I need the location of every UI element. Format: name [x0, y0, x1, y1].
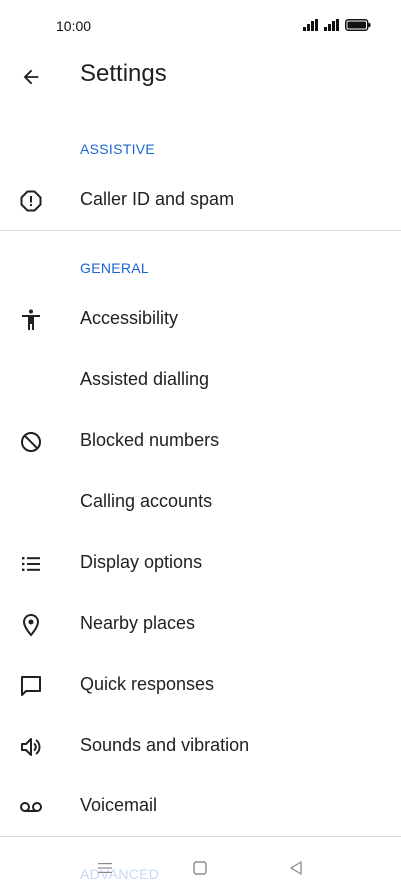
settings-item-label: Nearby places — [80, 613, 196, 633]
settings-item-blocked-numbers[interactable]: Blocked numbers — [0, 413, 401, 469]
menu-button[interactable] — [93, 856, 117, 880]
settings-item-sounds-and-vibration[interactable]: Sounds and vibration — [0, 718, 401, 774]
status-time: 10:00 — [56, 18, 92, 34]
status-bar: 10:00 — [0, 0, 401, 52]
block-icon — [18, 429, 44, 455]
settings-item-nearby-places[interactable]: Nearby places — [0, 596, 401, 652]
app-bar: Settings — [0, 52, 401, 100]
status-icons — [303, 19, 371, 31]
settings-item-quick-responses[interactable]: Quick responses — [0, 657, 401, 713]
voicemail-icon — [18, 794, 44, 820]
settings-item-label: Voicemail — [80, 795, 158, 815]
signal-icon — [303, 19, 318, 31]
signal-icon — [324, 19, 339, 31]
section-header-advanced: ADVANCED — [80, 866, 160, 882]
volume-icon — [18, 734, 44, 760]
section-header-assistive: ASSISTIVE — [80, 141, 156, 157]
menu-icon — [98, 863, 112, 873]
settings-item-display-options[interactable]: Display options — [0, 535, 401, 591]
navigation-bar: ADVANCED — [0, 846, 401, 892]
back-button[interactable] — [16, 62, 46, 92]
settings-item-label: Blocked numbers — [80, 430, 220, 450]
settings-item-label: Accessibility — [80, 308, 179, 328]
alert-circle-icon — [18, 188, 44, 214]
settings-item-voicemail[interactable]: Voicemail — [0, 778, 401, 834]
accessibility-icon — [18, 307, 44, 333]
home-button[interactable] — [188, 856, 212, 880]
settings-item-label: Calling accounts — [80, 491, 213, 511]
divider — [0, 836, 401, 837]
settings-item-label: Quick responses — [80, 674, 215, 694]
page-title: Settings — [80, 60, 167, 87]
list-icon — [18, 551, 44, 577]
divider — [0, 230, 401, 231]
chat-bubble-icon — [18, 673, 44, 699]
settings-item-label: Caller ID and spam — [80, 189, 235, 209]
settings-item-calling-accounts[interactable]: Calling accounts — [0, 474, 401, 530]
section-header-general: GENERAL — [80, 260, 150, 276]
settings-item-label: Assisted dialling — [80, 369, 210, 389]
settings-item-assisted-dialling[interactable]: Assisted dialling — [0, 352, 401, 408]
settings-item-accessibility[interactable]: Accessibility — [0, 291, 401, 347]
settings-item-label: Sounds and vibration — [80, 735, 250, 755]
home-square-icon — [193, 861, 207, 875]
location-pin-icon — [18, 612, 44, 638]
settings-item-label: Display options — [80, 552, 203, 572]
settings-item-caller-id-and-spam[interactable]: Caller ID and spam — [0, 172, 401, 228]
back-triangle-icon — [290, 861, 302, 875]
arrow-back-icon — [23, 69, 39, 85]
battery-icon — [345, 19, 371, 31]
nav-back-button[interactable] — [284, 856, 308, 880]
